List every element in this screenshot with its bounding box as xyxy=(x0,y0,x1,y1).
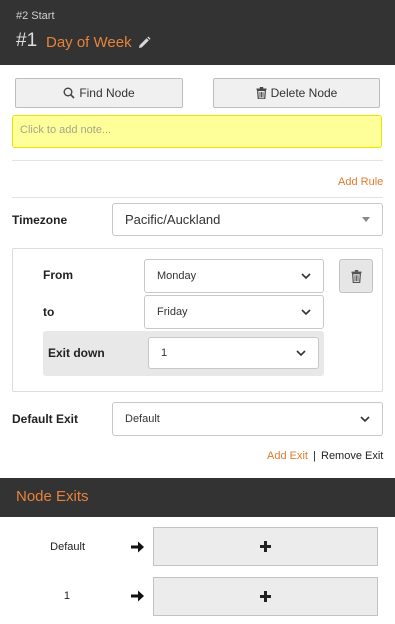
exit-down-label: Exit down xyxy=(48,346,105,360)
plus-icon xyxy=(260,541,271,552)
link-separator: | xyxy=(313,450,316,462)
add-rule-link[interactable]: Add Rule xyxy=(338,176,383,188)
arrow-right-icon xyxy=(131,590,144,602)
node-subtitle: #2 Start xyxy=(16,10,55,22)
node-exits-title: Node Exits xyxy=(16,488,89,505)
to-day-select[interactable]: Friday xyxy=(144,295,324,329)
chevron-down-icon xyxy=(301,308,311,315)
plus-icon xyxy=(260,591,271,602)
exit-label-1: 1 xyxy=(63,590,70,602)
timezone-value: Pacific/Auckland xyxy=(125,212,221,227)
default-exit-label: Default Exit xyxy=(12,412,79,426)
timezone-select[interactable]: Pacific/Auckland xyxy=(112,203,383,236)
node-number: #1 xyxy=(16,30,38,51)
divider xyxy=(12,160,383,161)
from-label: From xyxy=(43,268,73,282)
pencil-icon[interactable] xyxy=(137,36,151,50)
divider xyxy=(12,197,383,198)
add-destination-button-default[interactable] xyxy=(153,527,378,566)
find-node-label: Find Node xyxy=(79,86,135,100)
find-node-button[interactable]: Find Node xyxy=(15,78,183,108)
remove-rule-button[interactable] xyxy=(339,259,373,293)
chevron-down-icon xyxy=(296,349,306,356)
chevron-down-icon xyxy=(301,272,311,279)
exit-down-value: 1 xyxy=(161,347,168,359)
from-day-value: Monday xyxy=(157,270,197,282)
to-label: to xyxy=(43,305,55,319)
chevron-down-icon xyxy=(360,415,370,422)
exit-label-default: Default xyxy=(50,541,85,553)
trash-icon xyxy=(351,269,361,283)
caret-down-icon xyxy=(362,217,370,222)
node-exits-header: Node Exits xyxy=(0,478,395,517)
node-header: #2 Start #1 Day of Week xyxy=(0,0,395,65)
remove-exit-link[interactable]: Remove Exit xyxy=(321,450,383,462)
note-field[interactable]: Click to add note... xyxy=(12,115,382,148)
from-day-select[interactable]: Monday xyxy=(144,259,324,293)
delete-node-label: Delete Node xyxy=(270,86,338,100)
delete-node-button[interactable]: Delete Node xyxy=(213,78,380,108)
to-day-value: Friday xyxy=(157,306,188,318)
add-exit-link[interactable]: Add Exit xyxy=(267,450,308,462)
default-exit-select[interactable]: Default xyxy=(112,402,383,436)
add-destination-button-1[interactable] xyxy=(153,577,378,616)
trash-icon xyxy=(256,87,267,99)
search-icon xyxy=(63,87,75,99)
default-exit-value: Default xyxy=(125,413,160,425)
node-title[interactable]: Day of Week xyxy=(46,34,132,51)
arrow-right-icon xyxy=(131,541,144,553)
exit-down-select[interactable]: 1 xyxy=(148,337,319,369)
timezone-label: Timezone xyxy=(12,213,68,227)
